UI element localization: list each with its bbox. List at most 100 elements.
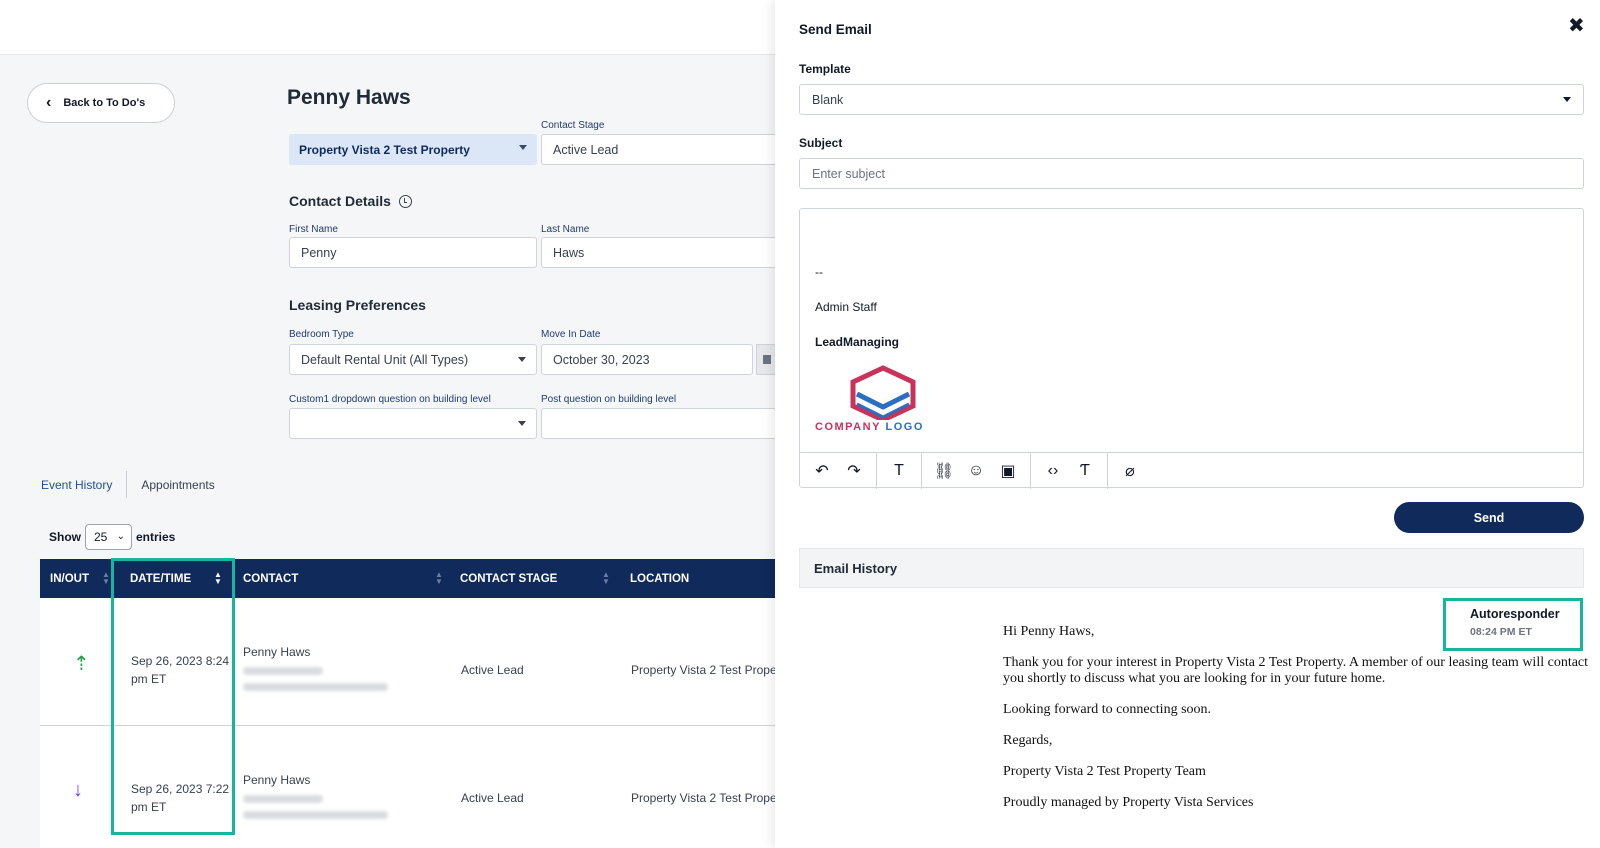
- signature-dashes: --: [815, 265, 823, 279]
- text-format-icon[interactable]: T: [883, 453, 915, 489]
- entries-label: entries: [136, 530, 176, 544]
- row-date-line2: pm ET: [131, 672, 167, 686]
- signature-company: LeadManaging: [815, 335, 900, 349]
- col-location[interactable]: LOCATION: [630, 559, 689, 598]
- row-date: Sep 26, 2023 7:22 pm ET: [131, 780, 229, 816]
- row-date-line2: pm ET: [131, 800, 167, 814]
- row-location: Property Vista 2 Test Prope: [631, 791, 775, 805]
- last-name-label: Last Name: [541, 224, 590, 235]
- row-contact[interactable]: Penny Haws: [243, 643, 310, 661]
- move-in-date-field[interactable]: October 30, 2023: [541, 344, 753, 375]
- contact-details-title: Contact Details: [289, 193, 412, 209]
- link-icon[interactable]: ⛓: [928, 453, 960, 489]
- emoji-icon[interactable]: ☺: [960, 453, 992, 489]
- tab-divider: [126, 471, 128, 498]
- template-select[interactable]: Blank: [799, 84, 1584, 115]
- editor-body[interactable]: -- Admin Staff LeadManaging COMPANY LOGO: [800, 209, 1583, 452]
- caret-down-icon: [518, 357, 526, 362]
- logo-text-2: LOGO: [885, 421, 924, 433]
- lead-details-page: ‹ Back to To Do's Penny Haws Property Vi…: [0, 0, 775, 848]
- signature-name: Admin Staff: [815, 300, 877, 314]
- col-contact[interactable]: CONTACT: [243, 559, 298, 598]
- row-contact[interactable]: Penny Haws: [243, 771, 310, 789]
- autoresponder-badge: Autoresponder 08:24 PM ET: [1443, 598, 1583, 651]
- last-name-field[interactable]: Haws: [541, 237, 775, 268]
- redacted-email: [243, 667, 323, 675]
- row-stage: Active Lead: [461, 791, 524, 805]
- bedroom-type-select[interactable]: Default Rental Unit (All Types): [289, 344, 537, 375]
- sort-icon[interactable]: ▲ ▼: [102, 571, 110, 586]
- template-label: Template: [799, 62, 851, 76]
- bedroom-type-label: Bedroom Type: [289, 329, 354, 340]
- sort-icon[interactable]: ▲ ▼: [435, 571, 443, 586]
- send-button[interactable]: Send: [1394, 502, 1584, 533]
- company-logo: COMPANY LOGO: [815, 364, 955, 439]
- sort-icon[interactable]: ▲ ▼: [602, 571, 610, 586]
- email-history-body: Hi Penny Haws, Thank you for your intere…: [1003, 624, 1593, 826]
- show-label: Show: [49, 530, 81, 544]
- custom1-select[interactable]: [289, 408, 537, 439]
- contact-stage-field[interactable]: Active Lead: [541, 134, 775, 165]
- col-in-out[interactable]: IN/OUT: [50, 559, 89, 598]
- editor-toolbar: ↶ ↷ T ⛓ ☺ ▣ ‹› Ƭ ⌀: [800, 452, 1583, 489]
- row-date-line1: Sep 26, 2023 8:24: [131, 654, 230, 668]
- table-header: IN/OUT ▲ ▼ DATE/TIME ▲ ▼ CONTACT ▲ ▼ CONTAC…: [40, 559, 775, 598]
- close-icon[interactable]: ✖: [1568, 16, 1585, 36]
- chevron-down-icon: ⌄: [116, 531, 125, 542]
- toolbar-group-history: ↶ ↷: [800, 452, 877, 489]
- col-date-time[interactable]: DATE/TIME: [130, 559, 191, 598]
- email-line: Property Vista 2 Test Property Team: [1003, 764, 1206, 779]
- calendar-icon: [763, 355, 771, 364]
- leasing-preferences-title: Leasing Preferences: [289, 297, 426, 313]
- panel-title: Send Email: [799, 22, 872, 37]
- caret-down-icon: [1563, 97, 1571, 102]
- email-line: Regards,: [1003, 733, 1053, 748]
- toolbar-group-format: T: [877, 452, 922, 489]
- move-in-date-label: Move In Date: [541, 329, 601, 340]
- first-name-field[interactable]: Penny: [289, 237, 537, 268]
- contact-details-text: Contact Details: [289, 193, 391, 209]
- caret-down-icon: [518, 421, 526, 426]
- calendar-button[interactable]: [756, 344, 775, 375]
- redacted-phone: [243, 683, 388, 691]
- clock-icon[interactable]: [398, 194, 412, 208]
- email-line: Looking forward to connecting soon.: [1003, 702, 1212, 717]
- back-to-todos-button[interactable]: ‹ Back to To Do's: [27, 83, 175, 123]
- sort-icon[interactable]: ▲ ▼: [214, 571, 222, 586]
- property-select[interactable]: Property Vista 2 Test Property: [289, 134, 537, 165]
- subject-input[interactable]: Enter subject: [799, 158, 1584, 189]
- redo-icon[interactable]: ↷: [838, 453, 870, 489]
- tab-appointments[interactable]: Appointments: [141, 478, 228, 492]
- email-line: Thank you for your interest in Property …: [1003, 655, 1589, 686]
- post-question-field[interactable]: [541, 408, 775, 439]
- email-line: Proudly managed by Property Vista Servic…: [1003, 795, 1254, 810]
- post-question-label: Post question on building level: [541, 394, 677, 405]
- col-contact-stage[interactable]: CONTACT STAGE: [460, 559, 557, 598]
- back-button-label: Back to To Do's: [63, 97, 146, 109]
- image-icon[interactable]: ▣: [992, 453, 1024, 489]
- attachment-icon[interactable]: ⌀: [1114, 453, 1146, 489]
- undo-icon[interactable]: ↶: [806, 453, 838, 489]
- entries-select[interactable]: 25 ⌄: [85, 524, 132, 550]
- first-name-label: First Name: [289, 224, 338, 235]
- autoresponder-label: Autoresponder: [1470, 607, 1560, 621]
- contact-stage-label: Contact Stage: [541, 120, 605, 131]
- show-entries: Show 25 ⌄ entries: [49, 524, 175, 550]
- entries-value: 25: [94, 530, 108, 544]
- subject-label: Subject: [799, 136, 843, 150]
- code-icon[interactable]: ‹›: [1037, 453, 1069, 489]
- email-history-header[interactable]: Email History: [799, 548, 1584, 588]
- caret-down-icon: [519, 145, 527, 150]
- toolbar-group-code: ‹› Ƭ: [1031, 452, 1108, 489]
- email-editor[interactable]: -- Admin Staff LeadManaging COMPANY LOGO…: [799, 208, 1584, 489]
- logo-text-1: COMPANY: [815, 421, 881, 433]
- chevron-left-icon: ‹: [46, 94, 52, 111]
- tab-event-history[interactable]: Event History: [41, 478, 126, 492]
- autoresponder-time: 08:24 PM ET: [1470, 626, 1532, 638]
- arrow-in-icon: ⇡: [73, 653, 90, 675]
- history-tabs: Event History Appointments: [41, 471, 229, 498]
- clear-format-icon[interactable]: Ƭ: [1069, 453, 1101, 489]
- row-stage: Active Lead: [461, 663, 524, 677]
- row-location: Property Vista 2 Test Prope: [631, 663, 775, 677]
- row-date-line1: Sep 26, 2023 7:22: [131, 782, 230, 796]
